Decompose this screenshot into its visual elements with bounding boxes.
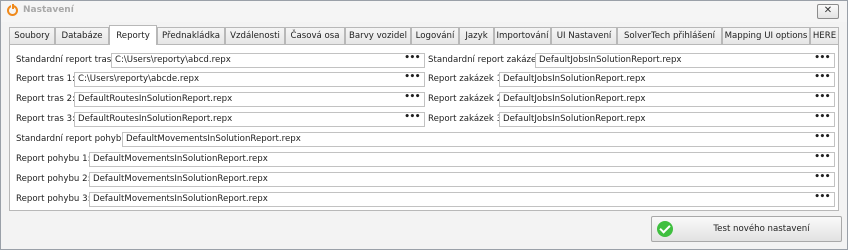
route-report-3-value: DefaultRoutesInSolutionReport.repx <box>78 114 233 124</box>
route-report-3-field[interactable]: DefaultRoutesInSolutionReport.repx ••• <box>74 112 425 127</box>
default-job-report-label: Standardní report zakázek: <box>428 55 545 65</box>
tab-ui-nastaveni[interactable]: UI Nastavení <box>551 27 617 44</box>
default-route-report-value: C:\Users\reporty\abcd.repx <box>115 55 231 65</box>
default-job-report-field[interactable]: DefaultJobsInSolutionReport.repx ••• <box>535 53 835 68</box>
route-report-2-label: Report tras 2: <box>16 94 75 104</box>
job-report-1-value: DefaultJobsInSolutionReport.repx <box>503 74 646 84</box>
default-movement-report-value: DefaultMovementsInSolutionReport.repx <box>126 134 301 144</box>
movement-report-2-field[interactable]: DefaultMovementsInSolutionReport.repx ••… <box>89 172 835 187</box>
window-title: Nastavení <box>23 5 74 15</box>
movement-report-3-label: Report pohybu 3: <box>16 194 91 204</box>
route-report-2-value: DefaultRoutesInSolutionReport.repx <box>78 94 233 104</box>
movement-report-2-label: Report pohybu 2: <box>16 174 91 184</box>
movement-report-2-value: DefaultMovementsInSolutionReport.repx <box>93 174 268 184</box>
tab-logovani[interactable]: Logování <box>411 27 459 44</box>
browse-button[interactable]: ••• <box>814 132 830 142</box>
browse-button[interactable]: ••• <box>814 192 830 202</box>
tab-casova-osa[interactable]: Časová osa <box>285 27 345 44</box>
job-report-3-label: Report zakázek 3: <box>428 114 505 124</box>
test-settings-label: Test nového nastavení <box>713 224 810 234</box>
tab-prednakladka[interactable]: Přednakládka <box>157 27 225 44</box>
browse-button[interactable]: ••• <box>404 53 420 63</box>
movement-report-3-value: DefaultMovementsInSolutionReport.repx <box>93 194 268 204</box>
job-report-3-field[interactable]: DefaultJobsInSolutionReport.repx ••• <box>499 112 835 127</box>
tab-mapping-ui-options[interactable]: Mapping UI options <box>722 27 810 44</box>
browse-button[interactable]: ••• <box>404 92 420 102</box>
power-icon <box>7 4 18 16</box>
check-circle-icon <box>657 221 673 237</box>
default-movement-report-field[interactable]: DefaultMovementsInSolutionReport.repx ••… <box>122 132 835 147</box>
browse-button[interactable]: ••• <box>814 72 830 82</box>
settings-window: Nastavení ✕ Soubory Databáze Reporty Pře… <box>0 0 848 250</box>
tab-jazyk[interactable]: Jazyk <box>459 27 494 44</box>
job-report-2-value: DefaultJobsInSolutionReport.repx <box>503 94 646 104</box>
tab-soubory[interactable]: Soubory <box>9 27 55 44</box>
default-movement-report-label: Standardní report pohybu: <box>16 134 130 144</box>
browse-button[interactable]: ••• <box>404 112 420 122</box>
reports-panel: Standardní report tras: C:\Users\reporty… <box>9 44 839 211</box>
movement-report-1-value: DefaultMovementsInSolutionReport.repx <box>93 154 268 164</box>
tab-vzdalenosti[interactable]: Vzdálenosti <box>225 27 285 44</box>
job-report-1-field[interactable]: DefaultJobsInSolutionReport.repx ••• <box>499 72 835 87</box>
job-report-1-label: Report zakázek 1: <box>428 74 505 84</box>
tab-solvertech-prihlaseni[interactable]: SolverTech přihlášení <box>617 27 722 44</box>
browse-button[interactable]: ••• <box>814 112 830 122</box>
tab-strip: Soubory Databáze Reporty Přednakládka Vz… <box>9 25 839 45</box>
browse-button[interactable]: ••• <box>814 92 830 102</box>
default-route-report-label: Standardní report tras: <box>16 55 115 65</box>
close-button[interactable]: ✕ <box>817 4 839 19</box>
browse-button[interactable]: ••• <box>404 72 420 82</box>
route-report-1-value: C:\Users\reporty\abcde.repx <box>78 74 200 84</box>
route-report-1-label: Report tras 1: <box>16 74 75 84</box>
browse-button[interactable]: ••• <box>814 172 830 182</box>
tab-here[interactable]: HERE <box>810 27 839 44</box>
tab-importovani[interactable]: Importování <box>494 27 551 44</box>
tab-databaze[interactable]: Databáze <box>55 27 109 44</box>
tab-barvy-vozidel[interactable]: Barvy vozidel <box>345 27 411 44</box>
tab-reporty[interactable]: Reporty <box>109 25 157 45</box>
movement-report-1-label: Report pohybu 1: <box>16 154 91 164</box>
movement-report-1-field[interactable]: DefaultMovementsInSolutionReport.repx ••… <box>89 152 835 167</box>
default-job-report-value: DefaultJobsInSolutionReport.repx <box>539 55 682 65</box>
title-bar: Nastavení ✕ <box>1 1 847 22</box>
job-report-2-label: Report zakázek 2: <box>428 94 505 104</box>
route-report-2-field[interactable]: DefaultRoutesInSolutionReport.repx ••• <box>74 92 425 107</box>
browse-button[interactable]: ••• <box>814 152 830 162</box>
test-settings-button[interactable]: Test nového nastavení <box>651 216 842 242</box>
job-report-3-value: DefaultJobsInSolutionReport.repx <box>503 114 646 124</box>
route-report-3-label: Report tras 3: <box>16 114 75 124</box>
movement-report-3-field[interactable]: DefaultMovementsInSolutionReport.repx ••… <box>89 192 835 207</box>
route-report-1-field[interactable]: C:\Users\reporty\abcde.repx ••• <box>74 72 425 87</box>
default-route-report-field[interactable]: C:\Users\reporty\abcd.repx ••• <box>111 53 425 68</box>
job-report-2-field[interactable]: DefaultJobsInSolutionReport.repx ••• <box>499 92 835 107</box>
browse-button[interactable]: ••• <box>814 53 830 63</box>
